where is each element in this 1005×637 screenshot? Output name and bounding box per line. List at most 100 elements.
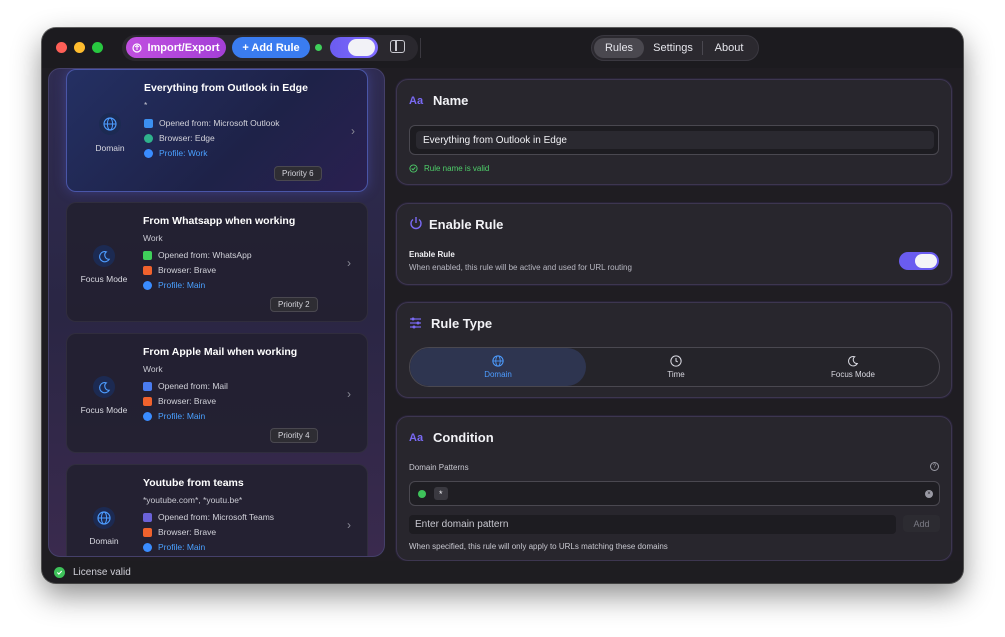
name-panel-title: Name bbox=[433, 93, 469, 108]
globe-icon bbox=[99, 113, 121, 135]
profile-line: Profile: Main bbox=[143, 542, 205, 552]
domain-patterns-label: Domain Patterns bbox=[409, 463, 469, 472]
rule-name-field[interactable]: Everything from Outlook in Edge bbox=[409, 125, 939, 155]
profile-icon bbox=[144, 148, 153, 158]
theme-toggle[interactable] bbox=[330, 37, 378, 58]
rule-subtitle: Work bbox=[143, 233, 163, 243]
browser-text: Browser: Brave bbox=[158, 527, 217, 537]
nav-tabs: Rules Settings About bbox=[591, 35, 759, 61]
browser-text: Browser: Brave bbox=[158, 265, 217, 275]
enable-rule-toggle[interactable] bbox=[899, 252, 939, 270]
rule-subtitle: Work bbox=[143, 364, 163, 374]
rule-title: From Apple Mail when working bbox=[143, 346, 298, 358]
opened-from-line: Opened from: Mail bbox=[143, 381, 228, 391]
globe-icon bbox=[93, 507, 115, 529]
import-export-button[interactable]: Import/Export bbox=[126, 37, 226, 58]
rule-type-label: Domain bbox=[89, 536, 119, 546]
profile-text: Profile: Main bbox=[158, 542, 206, 552]
opened-from-line: Opened from: WhatsApp bbox=[143, 250, 252, 260]
rule-type-option-label: Focus Mode bbox=[830, 370, 876, 379]
profile-line: Profile: Work bbox=[144, 148, 208, 158]
opened-from-line: Opened from: Microsoft Outlook bbox=[144, 118, 279, 128]
close-window-button[interactable] bbox=[56, 42, 67, 53]
condition-panel-title: Condition bbox=[433, 430, 494, 445]
toolbar-divider bbox=[420, 38, 421, 58]
name-validation: Rule name is valid bbox=[409, 164, 489, 173]
tab-settings[interactable]: Settings bbox=[644, 38, 702, 58]
name-panel: Aa Name Everything from Outlook in Edge … bbox=[396, 79, 952, 185]
toggle-knob bbox=[915, 254, 937, 268]
chevron-right-icon: › bbox=[351, 124, 355, 138]
minimize-window-button[interactable] bbox=[74, 42, 85, 53]
teams-app-icon bbox=[143, 512, 152, 522]
browser-text: Browser: Edge bbox=[159, 133, 215, 143]
clock-icon bbox=[670, 355, 682, 367]
browser-line: Browser: Brave bbox=[143, 527, 216, 537]
browser-text: Browser: Brave bbox=[158, 396, 217, 406]
whatsapp-app-icon bbox=[143, 250, 152, 260]
moon-icon bbox=[847, 355, 859, 367]
opened-from-text: Opened from: Microsoft Teams bbox=[158, 512, 275, 522]
globe-icon bbox=[492, 355, 504, 367]
profile-icon bbox=[143, 542, 152, 552]
tab-rules[interactable]: Rules bbox=[594, 38, 644, 58]
toggle-knob bbox=[348, 39, 375, 56]
brave-browser-icon bbox=[143, 527, 152, 537]
text-format-icon: Aa bbox=[409, 95, 424, 107]
sliders-icon bbox=[409, 317, 422, 332]
text-format-icon: Aa bbox=[409, 432, 424, 444]
profile-text: Profile: Main bbox=[158, 280, 206, 290]
brave-browser-icon bbox=[143, 265, 152, 275]
chevron-right-icon: › bbox=[347, 518, 351, 532]
rule-type-option-label: Time bbox=[667, 370, 685, 379]
sidebar-toggle-icon[interactable] bbox=[390, 40, 405, 53]
remove-pattern-icon[interactable]: × bbox=[925, 490, 933, 498]
mail-app-icon bbox=[143, 381, 152, 391]
moon-icon bbox=[93, 245, 115, 267]
enable-panel-title: Enable Rule bbox=[429, 217, 504, 232]
priority-badge: Priority 6 bbox=[274, 166, 322, 181]
help-icon[interactable]: ? bbox=[930, 462, 939, 471]
pattern-chip: * bbox=[434, 487, 448, 500]
rule-type-option-focus-mode[interactable]: Focus Mode bbox=[765, 348, 941, 386]
check-circle-icon bbox=[409, 164, 418, 173]
rule-card[interactable]: Domain Everything from Outlook in Edge *… bbox=[66, 69, 368, 192]
chevron-right-icon: › bbox=[347, 387, 351, 401]
priority-badge: Priority 4 bbox=[270, 428, 318, 443]
profile-icon bbox=[143, 280, 152, 290]
rule-type-option-domain[interactable]: Domain bbox=[410, 348, 586, 386]
tab-about[interactable]: About bbox=[703, 38, 755, 58]
profile-text: Profile: Main bbox=[158, 411, 206, 421]
rule-card[interactable]: Focus Mode From Apple Mail when working … bbox=[66, 333, 368, 453]
outlook-app-icon bbox=[144, 118, 153, 128]
import-export-icon bbox=[132, 42, 143, 53]
rule-subtitle: *youtube.com*, *youtu.be* bbox=[143, 495, 243, 505]
profile-line: Profile: Main bbox=[143, 411, 205, 421]
edge-browser-icon bbox=[144, 133, 153, 143]
condition-panel: Aa Condition Domain Patterns ? * × Enter… bbox=[396, 416, 952, 561]
rule-name-value[interactable]: Everything from Outlook in Edge bbox=[416, 131, 934, 149]
domain-pattern-input[interactable]: Enter domain pattern bbox=[409, 515, 896, 534]
rule-type-option-label: Domain bbox=[484, 370, 512, 379]
profile-text: Profile: Work bbox=[159, 148, 208, 158]
rule-card[interactable]: Focus Mode From Whatsapp when working Wo… bbox=[66, 202, 368, 322]
enable-rule-label: Enable Rule bbox=[409, 250, 455, 259]
opened-from-text: Opened from: Mail bbox=[158, 381, 228, 391]
rule-type-title: Rule Type bbox=[431, 316, 493, 331]
rule-type-option-time[interactable]: Time bbox=[588, 348, 764, 386]
power-icon bbox=[409, 216, 423, 233]
import-export-label: Import/Export bbox=[147, 41, 220, 54]
rule-card[interactable]: Domain Youtube from teams *youtube.com*,… bbox=[66, 464, 368, 556]
enable-rule-panel: Enable Rule Enable Rule When enabled, th… bbox=[396, 203, 952, 285]
add-pattern-button[interactable]: Add bbox=[903, 515, 940, 532]
moon-icon bbox=[93, 376, 115, 398]
rule-type-label: Focus Mode bbox=[80, 405, 128, 415]
rules-sidebar[interactable]: Domain Everything from Outlook in Edge *… bbox=[48, 68, 385, 557]
browser-line: Browser: Brave bbox=[143, 396, 216, 406]
zoom-window-button[interactable] bbox=[92, 42, 103, 53]
rule-subtitle: * bbox=[144, 100, 148, 110]
profile-line: Profile: Main bbox=[143, 280, 205, 290]
browser-line: Browser: Brave bbox=[143, 265, 216, 275]
validation-text: Rule name is valid bbox=[424, 164, 490, 173]
add-rule-button[interactable]: + Add Rule bbox=[232, 37, 310, 58]
